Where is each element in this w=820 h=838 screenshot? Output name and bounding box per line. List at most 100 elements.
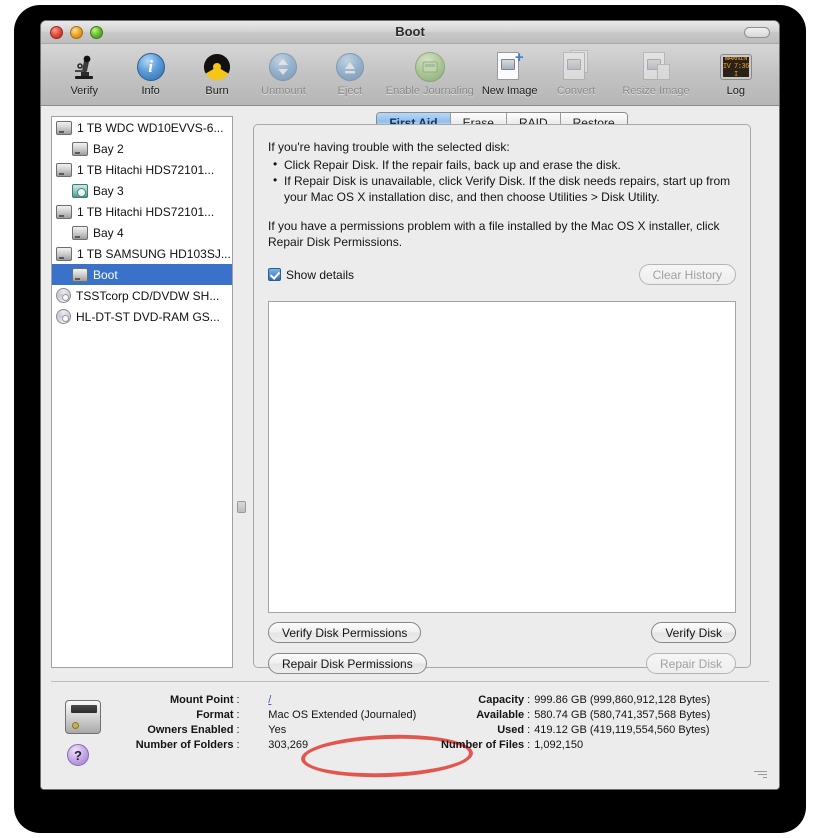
info-icon: i (136, 50, 165, 84)
toolbar-button-burn[interactable]: Burn (184, 48, 250, 97)
window-title: Boot (395, 24, 425, 39)
burn-icon (203, 50, 231, 84)
optical-disc-icon (56, 309, 71, 324)
toolbar-label-enable-journaling: Enable Journaling (385, 85, 474, 97)
disk-info-icon (65, 700, 101, 734)
first-aid-instructions: If you're having trouble with the select… (268, 139, 736, 250)
info-value-available: 580.74 GB (580,741,357,568 Bytes) (534, 709, 711, 721)
verify-disk-button[interactable]: Verify Disk (651, 622, 736, 643)
info-colon: : (236, 724, 240, 736)
info-value-number-of-folders: 303,269 (268, 739, 309, 751)
first-aid-log-area[interactable] (268, 301, 736, 613)
disk-info-left-column: Mount Point : / Format : Mac OS Extended… (111, 694, 441, 751)
info-label: Number of Files (441, 739, 525, 751)
info-label: Available (476, 709, 525, 721)
disk-list-item-label: TSSTcorp CD/DVDW SH... (76, 288, 220, 303)
info-colon: : (236, 694, 240, 706)
toolbar-label-new-image: New Image (481, 85, 538, 97)
toolbar-button-info[interactable]: i Info (117, 48, 183, 97)
disk-info-right-column: Capacity : 999.86 GB (999,860,912,128 By… (441, 694, 710, 751)
toolbar-button-resize-image[interactable]: Resize Image (609, 48, 702, 97)
toolbar-button-unmount[interactable]: Unmount (250, 48, 316, 97)
hard-disk-icon (56, 162, 72, 177)
toolbar-label-unmount: Unmount (261, 85, 306, 97)
info-value-capacity: 999.86 GB (999,860,912,128 Bytes) (534, 694, 711, 706)
info-label: Used (497, 724, 525, 736)
toolbar-button-log[interactable]: WARNIN IV 7:36 I Log (703, 48, 769, 97)
convert-icon (563, 50, 589, 84)
volume-icon (72, 225, 88, 240)
disk-list-item[interactable]: Bay 3 (52, 180, 232, 201)
help-button[interactable]: ? (67, 744, 89, 766)
info-label: Number of Folders (135, 739, 234, 751)
repair-disk-permissions-button[interactable]: Repair Disk Permissions (268, 653, 427, 674)
toolbar-button-convert[interactable]: Convert (543, 48, 609, 97)
toolbar-button-enable-journaling[interactable]: Enable Journaling (383, 48, 476, 97)
toolbar-label-resize-image: Resize Image (622, 85, 690, 97)
info-colon: : (527, 694, 531, 706)
info-label: Format (196, 709, 234, 721)
resize-image-icon (642, 50, 670, 84)
first-aid-panel: If you're having trouble with the select… (253, 124, 751, 674)
info-colon: : (236, 709, 240, 721)
toolbar-label-convert: Convert (556, 85, 596, 97)
new-image-icon: + (496, 50, 524, 84)
info-label: Mount Point (169, 694, 234, 706)
toolbar: Verify i Info Burn Unmount Eject Enable … (41, 44, 779, 106)
info-value-number-of-files: 1,092,150 (534, 739, 584, 751)
info-value-owners-enabled: Yes (268, 724, 287, 736)
details-row: Show details Clear History (268, 264, 736, 285)
toolbar-label-eject: Eject (337, 85, 363, 97)
checkbox-icon (268, 268, 281, 281)
info-label: Capacity (478, 694, 525, 706)
toolbar-label-log: Log (726, 85, 746, 97)
disk-list-item-label: 1 TB SAMSUNG HD103SJ... (77, 246, 231, 261)
window-body: 1 TB WDC WD10EVVS-6... Bay 2 1 TB Hitach… (41, 106, 779, 789)
disk-list-item[interactable]: 1 TB Hitachi HDS72101... (52, 159, 232, 180)
disk-list-item-label: Bay 2 (93, 141, 124, 156)
info-label: Owners Enabled (147, 724, 234, 736)
mount-point-link[interactable]: / (268, 694, 271, 706)
log-icon: WARNIN IV 7:36 I (719, 50, 752, 84)
disk-list-item-label: Bay 3 (93, 183, 124, 198)
toolbar-label-burn: Burn (205, 85, 229, 97)
disk-list-item-boot[interactable]: Boot (52, 264, 232, 285)
toolbar-toggle-button[interactable] (744, 27, 770, 38)
verify-disk-permissions-button[interactable]: Verify Disk Permissions (268, 622, 422, 643)
title-bar: Boot (41, 21, 779, 44)
info-value-format: Mac OS Extended (Journaled) (268, 709, 417, 721)
disk-list-item[interactable]: 1 TB Hitachi HDS72101... (52, 201, 232, 222)
window-resize-grip[interactable] (751, 764, 767, 780)
eject-icon (335, 50, 364, 84)
volume-icon (72, 267, 88, 282)
split-pane-handle[interactable] (237, 501, 246, 513)
info-colon: : (236, 739, 240, 751)
clear-history-button[interactable]: Clear History (638, 264, 736, 285)
disk-list-item[interactable]: HL-DT-ST DVD-RAM GS... (52, 306, 232, 327)
show-details-label: Show details (286, 267, 355, 282)
toolbar-label-info: Info (141, 85, 160, 97)
microscope-icon (71, 50, 97, 84)
disk-list-item[interactable]: 1 TB WDC WD10EVVS-6... (52, 117, 232, 138)
footer-divider (51, 681, 769, 682)
instructions-bullet-1: Click Repair Disk. If the repair fails, … (270, 156, 736, 173)
toolbar-button-verify[interactable]: Verify (51, 48, 117, 97)
disk-list-item-label: Bay 4 (93, 225, 124, 240)
disk-list-item[interactable]: Bay 4 (52, 222, 232, 243)
optical-disc-icon (56, 288, 71, 303)
journaling-icon (414, 50, 445, 84)
toolbar-button-new-image[interactable]: + New Image (476, 48, 542, 97)
disk-list-item[interactable]: TSSTcorp CD/DVDW SH... (52, 285, 232, 306)
instructions-bullet-2: If Repair Disk is unavailable, click Ver… (270, 172, 736, 205)
toolbar-label-verify: Verify (70, 85, 98, 97)
disk-list-item-label: 1 TB WDC WD10EVVS-6... (77, 120, 224, 135)
disk-list[interactable]: 1 TB WDC WD10EVVS-6... Bay 2 1 TB Hitach… (51, 116, 233, 668)
volume-icon (72, 141, 88, 156)
disk-list-item[interactable]: 1 TB SAMSUNG HD103SJ... (52, 243, 232, 264)
disk-list-item[interactable]: Bay 2 (52, 138, 232, 159)
repair-disk-button[interactable]: Repair Disk (645, 653, 736, 674)
info-colon: : (527, 724, 531, 736)
button-row-bottom: Repair Disk Permissions Repair Disk (268, 653, 736, 674)
show-details-checkbox[interactable]: Show details (268, 268, 354, 282)
toolbar-button-eject[interactable]: Eject (317, 48, 383, 97)
